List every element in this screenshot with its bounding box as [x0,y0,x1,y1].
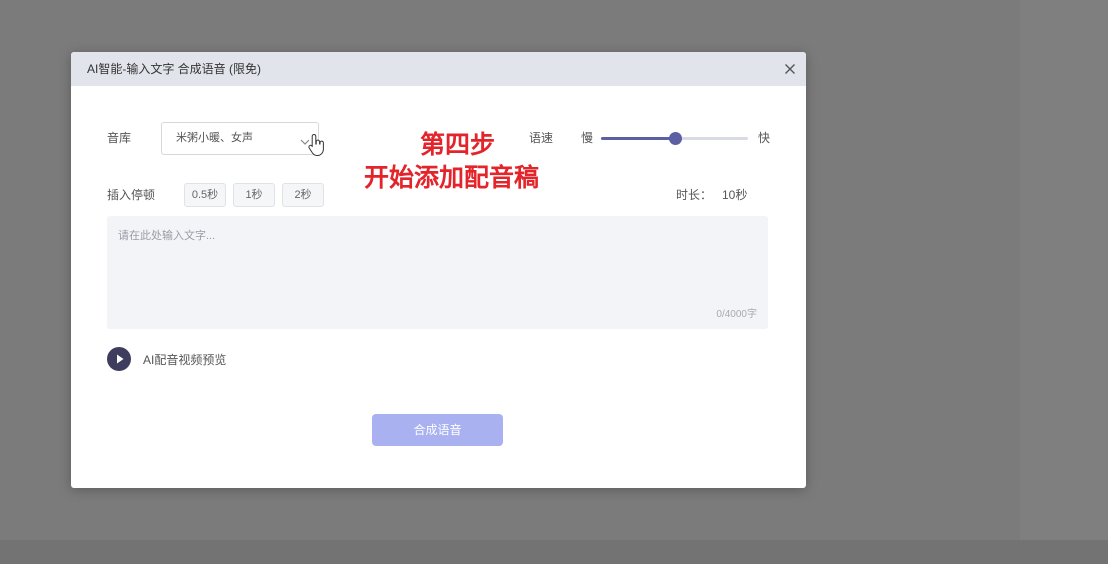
speed-fast-label: 快 [758,131,771,145]
pause-label: 插入停顿 [107,188,156,202]
dialog-title: AI智能-输入文字 合成语音 (限免) [87,62,261,76]
step-annotation-subtitle: 开始添加配音稿 [364,164,540,192]
tts-dialog: AI智能-输入文字 合成语音 (限免) 音库 米粥小暖、女声 语速 慢 快 插入… [71,52,806,488]
speed-slider-thumb[interactable] [668,132,682,145]
pause-2s-button[interactable]: 2秒 [282,183,324,207]
char-counter: 0/4000字 [716,309,757,320]
close-icon[interactable] [781,60,799,78]
play-button[interactable] [107,347,131,371]
speed-slow-label: 慢 [581,131,594,145]
duration-label: 时长： [676,188,713,202]
pause-1s-button[interactable]: 1秒 [233,183,275,207]
step-annotation-title: 第四步 [420,131,496,159]
duration-value: 10秒 [722,188,748,202]
dialog-header: AI智能-输入文字 合成语音 (限免) [71,52,806,86]
pause-0.5s-button[interactable]: 0.5秒 [184,183,226,207]
voice-select-value: 米粥小暖、女声 [176,132,253,144]
speed-slider-fill [601,137,675,140]
voice-label: 音库 [107,131,132,145]
preview-label: AI配音视频预览 [143,353,227,367]
script-textarea[interactable] [107,216,768,329]
synthesize-button[interactable]: 合成语音 [372,414,503,446]
voice-select[interactable]: 米粥小暖、女声 [161,122,319,155]
background-bottom-strip [0,540,1108,564]
speed-label: 语速 [529,131,554,145]
play-icon [117,354,124,364]
speed-slider[interactable] [601,130,748,146]
script-input-container: 0/4000字 [107,216,768,329]
background-right-panel [1020,0,1108,540]
hand-cursor-icon [308,133,326,157]
